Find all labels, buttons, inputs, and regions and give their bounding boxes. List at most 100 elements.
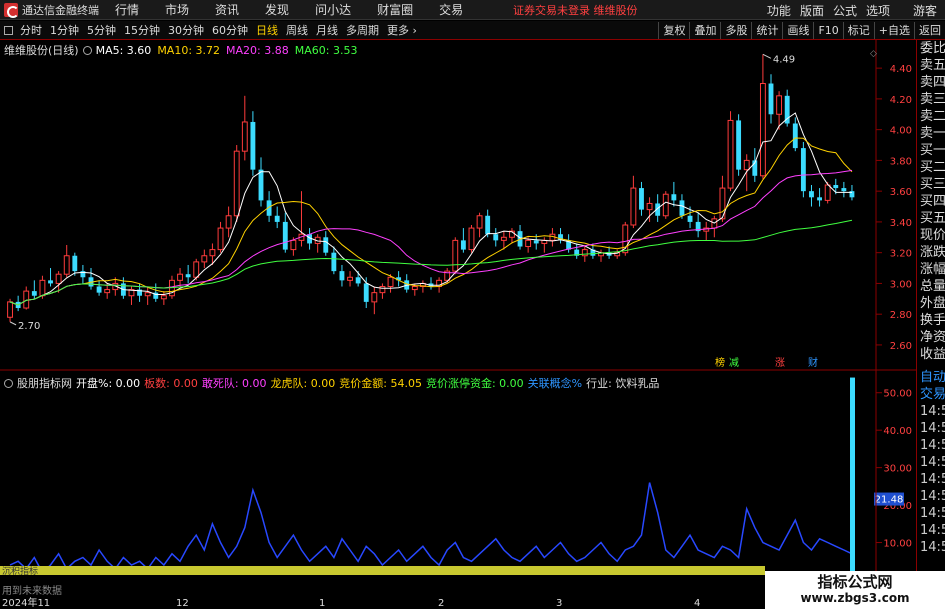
candle-body-down[interactable] xyxy=(768,83,774,115)
candle-body-down[interactable] xyxy=(736,120,742,170)
stock-name[interactable]: 维维股份(日线) xyxy=(4,42,79,58)
candle-body-up[interactable] xyxy=(233,150,240,217)
menu-discover[interactable]: 发现 xyxy=(265,1,289,18)
candle-body-down[interactable] xyxy=(339,271,345,281)
candle-body-up[interactable] xyxy=(525,239,532,248)
f10-button[interactable]: F10 xyxy=(813,22,842,39)
event-marker[interactable]: 减 xyxy=(729,357,739,369)
candle-body-up[interactable] xyxy=(581,249,588,257)
candle-body-down[interactable] xyxy=(363,283,369,302)
candle-body-up[interactable] xyxy=(743,159,750,171)
candle-body-up[interactable] xyxy=(824,184,831,201)
candle-body-up[interactable] xyxy=(201,255,208,263)
candle-body-up[interactable] xyxy=(347,276,353,281)
candle-body-up[interactable] xyxy=(379,286,386,294)
menu-options[interactable]: 选项 xyxy=(866,2,890,19)
candle-body-down[interactable] xyxy=(833,185,839,189)
period-daily[interactable]: 日线 xyxy=(252,21,282,40)
toggle-square-icon[interactable] xyxy=(4,25,13,35)
candle-body-up[interactable] xyxy=(662,193,669,217)
event-marker[interactable]: 涨 xyxy=(775,357,785,369)
collapse-icon[interactable]: ◇ xyxy=(870,49,877,59)
candle-body-up[interactable] xyxy=(241,121,248,152)
candle-body-down[interactable] xyxy=(841,188,847,192)
menu-ask[interactable]: 问小达 xyxy=(315,1,351,18)
chart-canvas[interactable]: 4.40 4.20 4.00 3.80 3.60 3.40 3.20 3.00 2.80 2.60… xyxy=(0,40,916,609)
candle-body-down[interactable] xyxy=(48,280,53,284)
candle-body-up[interactable] xyxy=(225,215,232,229)
menu-trade[interactable]: 交易 xyxy=(439,1,463,18)
candle-body-up[interactable] xyxy=(217,227,224,251)
candle-body-up[interactable] xyxy=(468,227,475,251)
candle-body-down[interactable] xyxy=(485,215,491,235)
candle-body-up[interactable] xyxy=(371,292,378,303)
candle-body-down[interactable] xyxy=(817,197,822,201)
draw-line-button[interactable]: 画线 xyxy=(782,22,813,39)
period-60min[interactable]: 60分钟 xyxy=(208,21,252,40)
back-button[interactable]: 返回 xyxy=(914,22,945,39)
candle-body-down[interactable] xyxy=(460,240,466,250)
period-30min[interactable]: 30分钟 xyxy=(164,21,208,40)
menu-formula[interactable]: 公式 xyxy=(833,2,857,19)
candle-body-up[interactable] xyxy=(177,273,183,281)
menu-market[interactable]: 市场 xyxy=(165,1,189,18)
candle-body-down[interactable] xyxy=(250,121,256,170)
multi-stock-button[interactable]: 多股 xyxy=(720,22,751,39)
candle-body-down[interactable] xyxy=(639,188,644,210)
candle-body-down[interactable] xyxy=(671,194,677,201)
period-1min[interactable]: 1分钟 xyxy=(46,21,83,40)
period-weekly[interactable]: 周线 xyxy=(282,21,312,40)
adjust-button[interactable]: 复权 xyxy=(658,22,689,39)
candle-body-up[interactable] xyxy=(39,279,46,297)
candle-body-up[interactable] xyxy=(387,276,394,288)
stats-button[interactable]: 统计 xyxy=(751,22,782,39)
candle-body-down[interactable] xyxy=(679,200,685,216)
guest-login[interactable]: 游客 xyxy=(913,2,937,19)
event-marker[interactable]: 财 xyxy=(808,356,818,369)
candle-body-up[interactable] xyxy=(290,239,297,251)
candle-body-down[interactable] xyxy=(800,148,806,192)
trade-login-notice[interactable]: 证券交易未登录 维维股份 xyxy=(513,2,638,18)
period-timeshare[interactable]: 分时 xyxy=(16,21,46,40)
period-5min[interactable]: 5分钟 xyxy=(83,21,120,40)
candle-body-up[interactable] xyxy=(63,255,70,275)
candle-body-up[interactable] xyxy=(646,202,653,211)
candle-body-down[interactable] xyxy=(331,252,337,272)
candle-body-down[interactable] xyxy=(282,221,288,250)
menu-layout[interactable]: 版面 xyxy=(800,2,824,19)
candle-body-down[interactable] xyxy=(323,237,329,253)
period-multi[interactable]: 多周期 xyxy=(342,21,383,40)
sub-settings-circle-icon[interactable] xyxy=(4,378,13,388)
mark-button[interactable]: 标记 xyxy=(842,22,874,39)
period-monthly[interactable]: 月线 xyxy=(312,21,342,40)
candle-body-down[interactable] xyxy=(274,215,280,222)
settings-circle-icon[interactable] xyxy=(82,45,92,55)
candlestick-series[interactable] xyxy=(7,54,855,322)
candle-body-up[interactable] xyxy=(209,249,216,257)
auto-trade-label[interactable]: 自动 xyxy=(917,369,945,386)
candle-body-down[interactable] xyxy=(533,240,539,244)
candle-body-down[interactable] xyxy=(493,234,499,241)
event-marker[interactable]: 榜 xyxy=(715,356,725,369)
candle-body-up[interactable] xyxy=(7,301,13,318)
menu-news[interactable]: 资讯 xyxy=(215,1,239,18)
overlay-button[interactable]: 叠加 xyxy=(689,22,720,39)
candle-body-down[interactable] xyxy=(355,277,361,284)
menu-wealth[interactable]: 财富圈 xyxy=(377,1,413,18)
candle-body-up[interactable] xyxy=(630,187,637,226)
candle-body-down[interactable] xyxy=(258,169,264,201)
add-watchlist-button[interactable]: +自选 xyxy=(873,22,914,39)
menu-quotes[interactable]: 行情 xyxy=(115,1,139,18)
candle-body-down[interactable] xyxy=(784,95,790,124)
event-markers[interactable]: 榜减 涨 财 xyxy=(715,356,818,369)
candle-body-down[interactable] xyxy=(792,123,798,149)
candle-body-up[interactable] xyxy=(452,239,459,272)
candle-body-down[interactable] xyxy=(809,191,814,198)
candle-body-down[interactable] xyxy=(687,215,693,222)
candle-body-up[interactable] xyxy=(411,286,418,291)
candle-body-up[interactable] xyxy=(144,292,151,297)
candle-body-up[interactable] xyxy=(476,215,483,229)
candle-body-up[interactable] xyxy=(500,236,507,241)
period-15min[interactable]: 15分钟 xyxy=(120,21,164,40)
menu-function[interactable]: 功能 xyxy=(767,2,791,19)
